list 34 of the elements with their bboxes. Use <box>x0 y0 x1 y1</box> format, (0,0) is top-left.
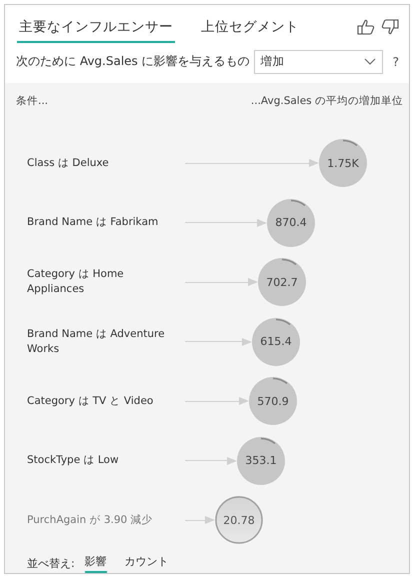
value-bubble[interactable]: 353.1 <box>237 436 285 485</box>
influencer-label[interactable]: Brand Name は Fabrikam <box>27 215 167 230</box>
influencer-label[interactable]: Category は Home Appliances <box>27 267 167 298</box>
chevron-down-icon <box>364 58 376 66</box>
ring-arc <box>276 318 290 325</box>
sort-option[interactable]: 影響 <box>84 554 107 573</box>
column-header: 条件... <box>16 94 48 108</box>
value-bubble[interactable]: 20.78 <box>215 496 263 544</box>
ring-arc <box>282 258 296 266</box>
influencer-label[interactable]: StockType は Low <box>27 453 167 468</box>
bubble-ring <box>215 496 263 544</box>
tab[interactable]: 上位セグメント <box>199 15 301 43</box>
thumbs-down-icon[interactable] <box>381 19 399 35</box>
influencer-label[interactable]: Class は Deluxe <box>27 156 167 171</box>
dropdown[interactable]: 増加 <box>254 50 383 74</box>
thumbs-up-icon[interactable] <box>357 19 375 35</box>
value-bubble[interactable]: 870.4 <box>267 198 315 247</box>
influencer-label[interactable]: PurchAgain が 3.90 減少 <box>27 512 167 528</box>
value-bubble[interactable]: 1.75K <box>319 139 367 188</box>
sort-option[interactable]: カウント <box>124 554 169 573</box>
tab[interactable]: 主要なインフルエンサー <box>17 15 175 43</box>
ring-arc <box>272 378 288 384</box>
help-icon[interactable]: ? <box>392 54 399 69</box>
influencer-label[interactable]: Brand Name は Adventure Works <box>27 326 167 357</box>
filter-label: 次のために Avg.Sales に影響を与えるもの <box>16 53 250 70</box>
value-bubble[interactable]: 615.4 <box>252 318 300 366</box>
value-bubble[interactable]: 702.7 <box>258 258 306 306</box>
influencer-label[interactable]: Category は TV と Video <box>27 394 167 409</box>
column-header: ...Avg.Sales の平均の増加単位 <box>250 94 403 108</box>
value-bubble[interactable]: 570.9 <box>249 377 297 426</box>
sort-label: 並べ替え: <box>27 556 75 571</box>
ring-arc <box>342 140 358 146</box>
ring-arc <box>260 437 276 444</box>
ring-arc <box>290 199 306 206</box>
